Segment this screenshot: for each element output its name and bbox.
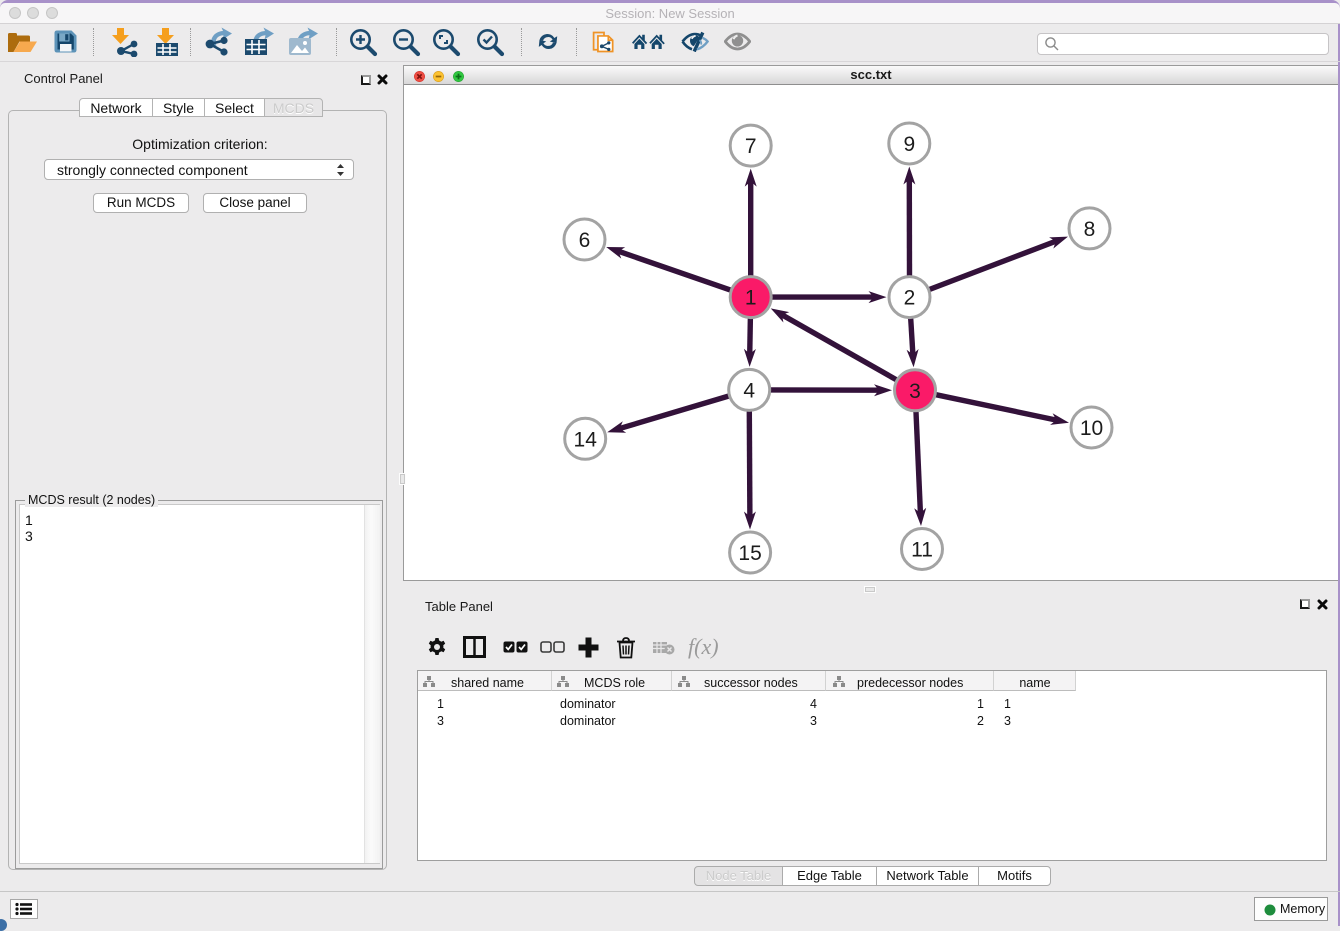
svg-text:4: 4 bbox=[743, 379, 755, 402]
svg-text:14: 14 bbox=[574, 428, 598, 451]
svg-text:15: 15 bbox=[738, 542, 761, 565]
svg-text:9: 9 bbox=[903, 133, 915, 156]
svg-text:10: 10 bbox=[1080, 417, 1103, 440]
svg-text:11: 11 bbox=[911, 539, 933, 562]
svg-text:2: 2 bbox=[904, 287, 916, 310]
svg-text:1: 1 bbox=[745, 287, 757, 310]
svg-text:7: 7 bbox=[745, 135, 757, 158]
svg-text:8: 8 bbox=[1084, 218, 1096, 241]
svg-text:3: 3 bbox=[909, 380, 921, 403]
svg-text:6: 6 bbox=[579, 229, 591, 252]
